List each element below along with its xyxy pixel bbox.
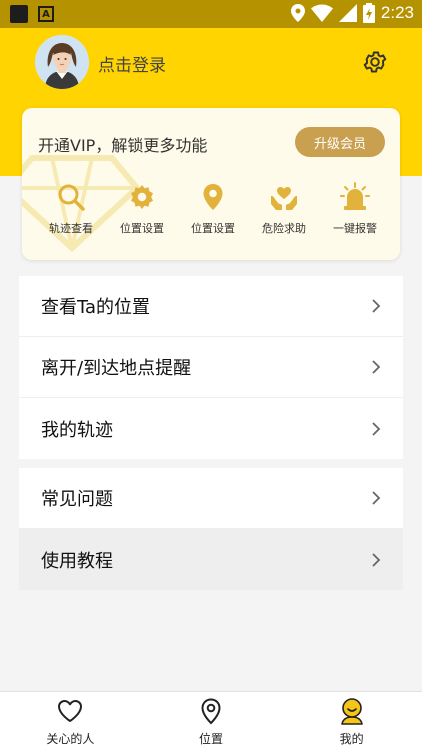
feature-label: 轨迹查看: [49, 222, 93, 235]
battery-icon: [362, 3, 375, 23]
avatar[interactable]: [35, 35, 89, 89]
menu-item-label: 查看Ta的位置: [41, 297, 151, 318]
chevron-right-icon: [372, 552, 381, 567]
menu-item-label: 常见问题: [41, 489, 113, 510]
gear-icon: [131, 185, 153, 209]
notification-a-icon: A: [38, 6, 54, 22]
menu-item-arrive-leave-reminder[interactable]: 离开/到达地点提醒: [19, 337, 403, 398]
chevron-right-icon: [372, 360, 381, 374]
feature-label: 一键报警: [333, 222, 377, 235]
menu-item-tutorial[interactable]: 使用教程: [19, 529, 403, 590]
profile-face-icon: [340, 698, 363, 725]
heart-hands-icon: [271, 187, 297, 210]
feature-label: 位置设置: [120, 222, 164, 235]
chevron-right-icon: [372, 421, 381, 436]
menu-item-label: 使用教程: [41, 550, 113, 572]
gear-icon[interactable]: [362, 49, 388, 75]
search-icon: [58, 184, 85, 211]
status-bar: A 2:23: [0, 0, 422, 28]
location-pin-icon: [201, 698, 221, 725]
feature-label: 危险求助: [262, 222, 306, 235]
signal-icon: [338, 4, 357, 22]
vip-card: 开通VIP，解锁更多功能 升级会员 轨迹查看 位置设置 位置设置 危险求助 一键…: [22, 108, 400, 260]
feature-track-view[interactable]: 轨迹查看: [38, 182, 104, 236]
chevron-right-icon: [372, 299, 381, 313]
heart-icon: [58, 700, 83, 722]
menu-group-primary: 查看Ta的位置 离开/到达地点提醒 我的轨迹: [19, 276, 403, 459]
menu-item-label: 我的轨迹: [41, 419, 113, 441]
location-pin-icon: [203, 184, 223, 210]
menu-item-my-track[interactable]: 我的轨迹: [19, 398, 403, 459]
status-time: 2:23: [380, 3, 414, 22]
nav-tab-location[interactable]: 位置: [141, 692, 282, 750]
upgrade-member-button[interactable]: 升级会员: [295, 127, 385, 157]
menu-item-view-location[interactable]: 查看Ta的位置: [19, 276, 403, 337]
alarm-light-icon: [340, 182, 370, 210]
nav-tab-cared-people[interactable]: 关心的人: [0, 692, 141, 750]
menu-item-faq[interactable]: 常见问题: [19, 468, 403, 529]
bottom-nav: 关心的人 位置 我的: [0, 691, 422, 750]
menu-group-secondary: 常见问题 使用教程: [19, 468, 403, 590]
nav-tab-mine[interactable]: 我的: [281, 692, 422, 750]
feature-label: 位置设置: [191, 222, 235, 235]
feature-position-settings[interactable]: 位置设置: [109, 182, 175, 236]
feature-one-key-alarm[interactable]: 一键报警: [322, 182, 388, 236]
login-link[interactable]: 点击登录: [98, 51, 166, 76]
nav-tab-label: 关心的人: [46, 732, 95, 746]
wifi-icon: [310, 4, 333, 22]
feature-danger-help[interactable]: 危险求助: [251, 182, 317, 236]
vip-feature-list: 轨迹查看 位置设置 位置设置 危险求助 一键报警: [38, 182, 388, 236]
nav-tab-label: 位置: [199, 732, 224, 746]
menu-item-label: 离开/到达地点提醒: [41, 358, 192, 379]
chevron-right-icon: [372, 491, 381, 505]
vip-title: 开通VIP，解锁更多功能: [38, 136, 208, 155]
location-status-icon: [290, 4, 305, 22]
notification-square-icon: [10, 5, 28, 23]
nav-tab-label: 我的: [339, 732, 364, 746]
feature-location-settings[interactable]: 位置设置: [180, 182, 246, 236]
